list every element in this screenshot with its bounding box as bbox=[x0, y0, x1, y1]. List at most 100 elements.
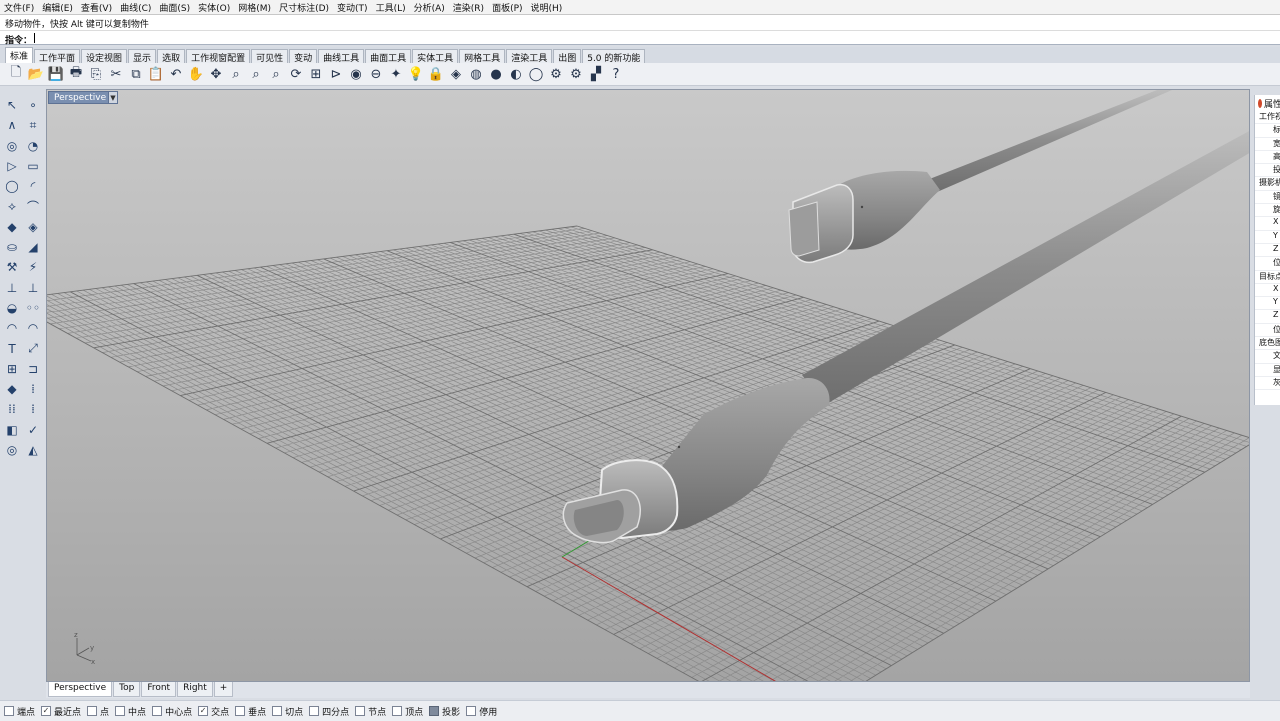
properties-field[interactable]: Y bbox=[1255, 297, 1280, 311]
osnap-checkbox[interactable] bbox=[272, 706, 283, 716]
geometry-tool-icon[interactable]: ◠ bbox=[23, 318, 43, 338]
toolbar-tab[interactable]: 出图 bbox=[553, 49, 582, 64]
geometry-tool-icon[interactable]: ◭ bbox=[23, 440, 43, 460]
geometry-tool-icon[interactable]: T bbox=[2, 339, 22, 359]
zoom-selected-icon[interactable]: ⌕ bbox=[266, 64, 286, 84]
add-viewport-tab-icon[interactable]: + bbox=[213, 682, 234, 697]
osnap-checkbox[interactable] bbox=[41, 706, 52, 716]
options-icon[interactable]: ⚙ bbox=[546, 64, 566, 84]
menu-item[interactable]: 曲面(S) bbox=[159, 1, 190, 14]
geometry-tool-icon[interactable]: ◜ bbox=[23, 176, 43, 196]
properties-panel-header[interactable]: 属性 bbox=[1255, 95, 1280, 111]
layer-icon[interactable]: ◈ bbox=[446, 64, 466, 84]
geometry-tool-icon[interactable]: ◠ bbox=[2, 318, 22, 338]
toolbar-tab[interactable]: 曲线工具 bbox=[318, 49, 365, 64]
save-icon[interactable]: 💾 bbox=[46, 64, 66, 84]
geometry-tool-icon[interactable]: ◧ bbox=[2, 420, 22, 440]
viewport-tab-perspective[interactable]: Perspective bbox=[48, 682, 113, 697]
osnap-checkbox[interactable] bbox=[4, 706, 14, 716]
new-icon[interactable]: 🗋 bbox=[6, 64, 26, 84]
select-filter-icon[interactable]: ▞ bbox=[586, 64, 606, 84]
properties-field[interactable]: 投影 bbox=[1255, 164, 1280, 178]
geometry-tool-icon[interactable]: ▭ bbox=[23, 156, 43, 176]
geometry-tool-icon[interactable]: ⟡ bbox=[2, 196, 22, 216]
geometry-tool-icon[interactable]: ⚡ bbox=[23, 257, 43, 277]
cut-icon[interactable]: ✂ bbox=[106, 64, 126, 84]
geometry-tool-icon[interactable]: ∘ bbox=[23, 95, 43, 115]
osnap-item[interactable]: 顶点 bbox=[392, 705, 423, 718]
sphere-icon[interactable]: ● bbox=[486, 64, 506, 84]
toolbar-tab[interactable]: 工作平面 bbox=[34, 49, 81, 64]
geometry-tool-icon[interactable]: ✓ bbox=[23, 420, 43, 440]
zoom-window-icon[interactable]: ⌕ bbox=[246, 64, 266, 84]
properties-field[interactable]: 位置 bbox=[1255, 257, 1280, 271]
menu-item[interactable]: 分析(A) bbox=[414, 1, 445, 14]
geometry-tool-icon[interactable]: ▷ bbox=[2, 156, 22, 176]
menu-item[interactable]: 面板(P) bbox=[492, 1, 522, 14]
osnap-checkbox[interactable] bbox=[429, 706, 440, 716]
menu-item[interactable]: 网格(M) bbox=[238, 1, 271, 14]
properties-section[interactable]: 目标点 bbox=[1255, 271, 1280, 284]
four-viewports-icon[interactable]: ⊞ bbox=[306, 64, 326, 84]
properties-field[interactable]: X bbox=[1255, 217, 1280, 231]
osnap-item[interactable]: 点 bbox=[87, 705, 109, 718]
menu-item[interactable]: 曲线(C) bbox=[120, 1, 151, 14]
viewport-title[interactable]: Perspective bbox=[48, 91, 113, 104]
toolbar-tab[interactable]: 标准 bbox=[5, 47, 34, 63]
osnap-item[interactable]: 中心点 bbox=[152, 705, 192, 718]
geometry-tool-icon[interactable]: ⊥ bbox=[23, 278, 43, 298]
print-icon[interactable]: 🖶 bbox=[66, 64, 86, 84]
osnap-checkbox[interactable] bbox=[87, 706, 98, 716]
toolbar-tab[interactable]: 5.0 的新功能 bbox=[582, 49, 646, 64]
toolbar-tab[interactable]: 变动 bbox=[289, 49, 318, 64]
geometry-tool-icon[interactable]: ⁞ bbox=[23, 379, 43, 399]
paste-icon[interactable]: 📋 bbox=[146, 64, 166, 84]
pan-hand-icon[interactable]: ✋ bbox=[186, 64, 206, 84]
osnap-item[interactable]: 四分点 bbox=[309, 705, 349, 718]
osnap-checkbox[interactable] bbox=[115, 706, 126, 716]
osnap-checkbox[interactable] bbox=[152, 706, 163, 716]
toolbar-tab[interactable]: 曲面工具 bbox=[365, 49, 412, 64]
toolbar-tab[interactable]: 选取 bbox=[157, 49, 186, 64]
move-view-icon[interactable]: ✥ bbox=[206, 64, 226, 84]
properties-field[interactable]: 镜头 bbox=[1255, 191, 1280, 205]
open-icon[interactable]: 📂 bbox=[26, 64, 46, 84]
properties-field[interactable]: 标题 bbox=[1255, 124, 1280, 138]
properties-field[interactable]: 宽度 bbox=[1255, 138, 1280, 151]
osnap-checkbox[interactable] bbox=[235, 706, 246, 716]
menu-item[interactable]: 文件(F) bbox=[4, 1, 34, 14]
rotate-view-icon[interactable]: ⟳ bbox=[286, 64, 306, 84]
geometry-tool-icon[interactable]: ◢ bbox=[23, 237, 43, 257]
geometry-tool-icon[interactable]: ∧ bbox=[2, 115, 22, 135]
osnap-item[interactable]: 投影 bbox=[429, 705, 460, 718]
menu-item[interactable]: 说明(H) bbox=[531, 1, 563, 14]
menu-item[interactable]: 编辑(E) bbox=[42, 1, 73, 14]
geometry-tool-icon[interactable]: ⁞ bbox=[23, 399, 43, 419]
osnap-item[interactable]: 节点 bbox=[355, 705, 386, 718]
color-wheel-icon[interactable]: ◍ bbox=[466, 64, 486, 84]
toolbar-tab[interactable]: 可见性 bbox=[251, 49, 289, 64]
perspective-viewport[interactable]: z y x Perspective ▼ bbox=[46, 89, 1250, 682]
menu-item[interactable]: 渲染(R) bbox=[453, 1, 484, 14]
toolbar-tab[interactable]: 渲染工具 bbox=[506, 49, 553, 64]
geometry-tool-icon[interactable]: ◆ bbox=[2, 217, 22, 237]
osnap-item[interactable]: 切点 bbox=[272, 705, 303, 718]
geometry-tool-icon[interactable]: ◔ bbox=[23, 136, 43, 156]
osnap-checkbox[interactable] bbox=[392, 706, 403, 716]
osnap-checkbox[interactable] bbox=[309, 706, 320, 716]
geometry-tool-icon[interactable]: ◆ bbox=[2, 379, 22, 399]
geometry-tool-icon[interactable]: ◎ bbox=[2, 136, 22, 156]
geometry-tool-icon[interactable]: ◒ bbox=[2, 298, 22, 318]
geometry-tool-icon[interactable]: ⛀ bbox=[2, 237, 22, 257]
viewport-scene[interactable]: z y x bbox=[47, 90, 1250, 682]
properties-field[interactable]: 显示 bbox=[1255, 364, 1280, 377]
menu-item[interactable]: 查看(V) bbox=[81, 1, 112, 14]
geometry-tool-icon[interactable]: ⚒ bbox=[2, 257, 22, 277]
osnap-item[interactable]: 交点 bbox=[198, 705, 229, 718]
menu-item[interactable]: 尺寸标注(D) bbox=[279, 1, 329, 14]
geometry-tool-icon[interactable]: ⌗ bbox=[23, 115, 43, 135]
properties-field[interactable]: 灰阶 bbox=[1255, 377, 1280, 391]
toolbar-tab[interactable]: 设定视图 bbox=[81, 49, 128, 64]
geometry-tool-icon[interactable]: ⤢ bbox=[23, 339, 43, 359]
geometry-tool-icon[interactable]: ◦◦ bbox=[23, 298, 43, 318]
